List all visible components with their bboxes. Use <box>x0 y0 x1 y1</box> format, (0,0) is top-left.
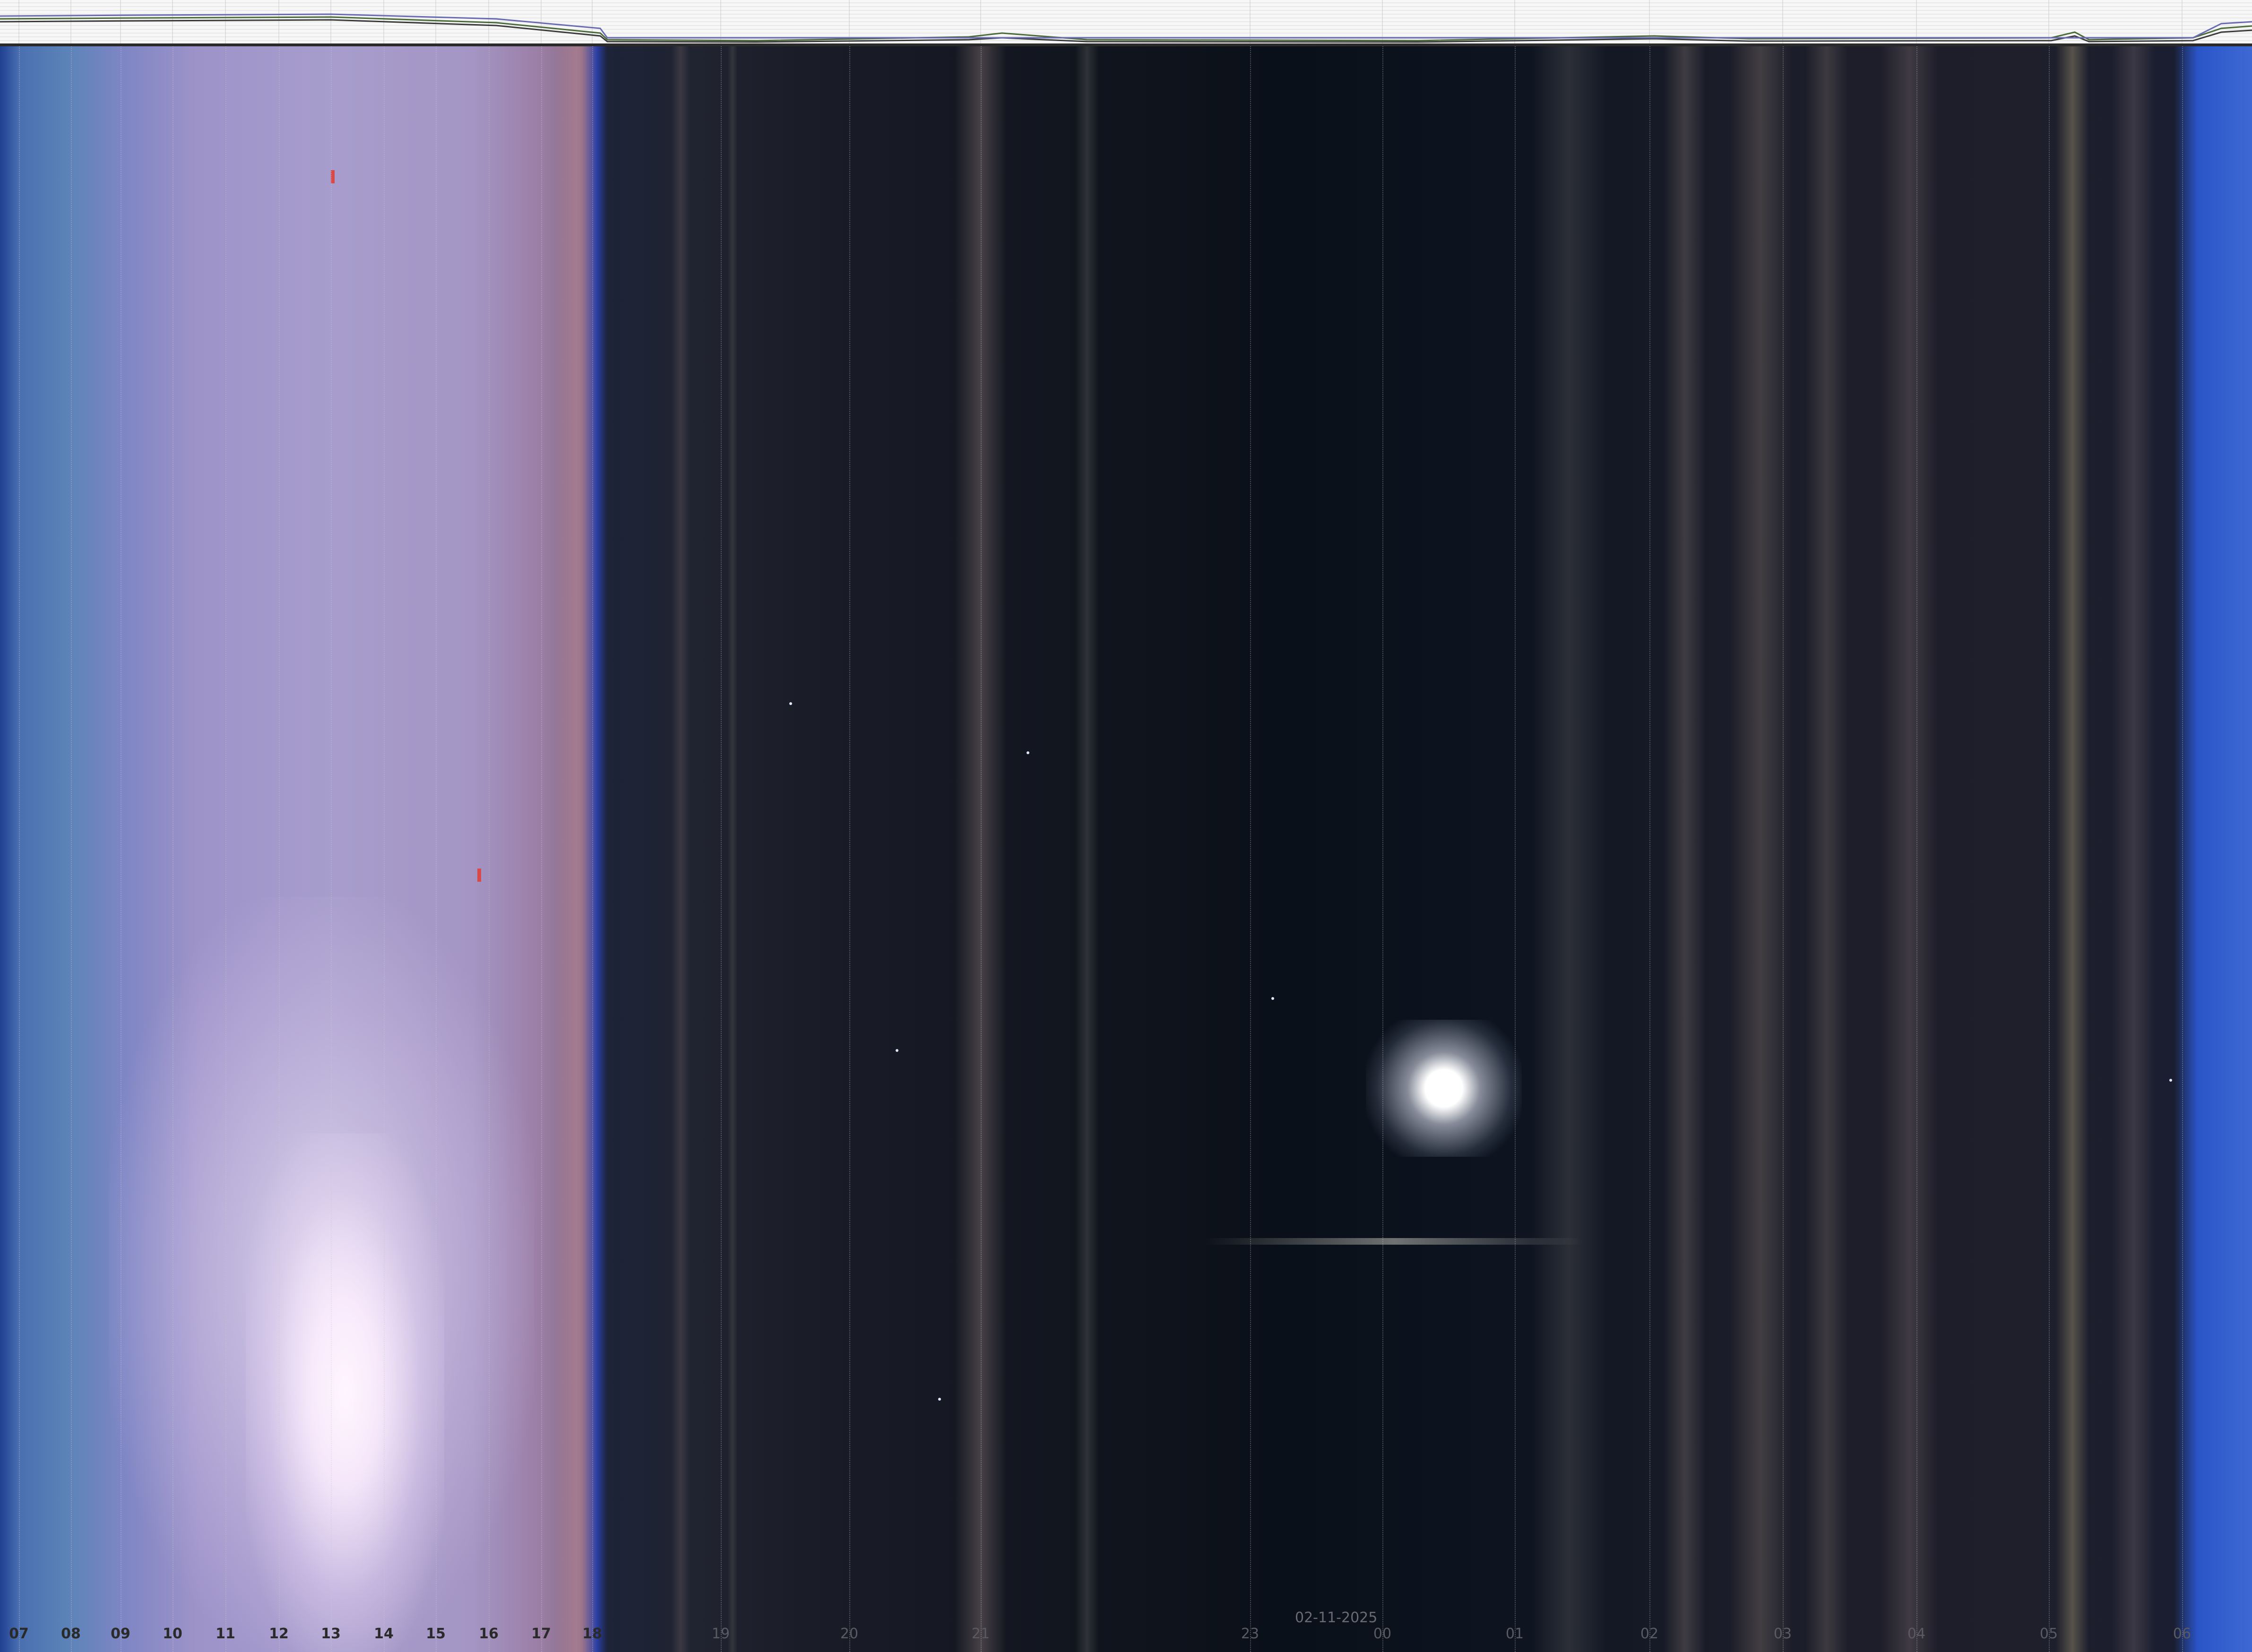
star-point <box>938 1398 941 1401</box>
light-streak <box>728 46 737 1652</box>
light-streak <box>1664 46 1706 1652</box>
star-point <box>1027 751 1029 754</box>
hour-tick-label: 10 <box>163 1626 182 1642</box>
hour-gridline <box>1783 46 1784 1652</box>
hour-tick-label: 12 <box>269 1626 289 1642</box>
hour-tick-label: 20 <box>840 1626 859 1642</box>
sensor-chart <box>0 0 2252 43</box>
hour-tick-label: 08 <box>61 1626 81 1642</box>
light-streak <box>671 46 690 1652</box>
hour-gridline <box>981 46 982 1652</box>
hour-gridline <box>2182 46 2183 1652</box>
hour-gridline <box>1250 46 1251 1652</box>
hour-gridline <box>71 46 72 1652</box>
star-point <box>2169 1079 2172 1082</box>
star-point <box>896 1049 898 1052</box>
light-streak <box>1730 46 1791 1652</box>
hour-tick-label: 05 <box>2039 1626 2058 1642</box>
hour-tick-label: 13 <box>321 1626 341 1642</box>
hour-tick-label: 07 <box>9 1626 29 1642</box>
hour-tick-label: 01 <box>1505 1626 1524 1642</box>
hour-tick-label: 19 <box>711 1626 730 1642</box>
hour-tick-label: 00 <box>1373 1626 1392 1642</box>
red-artifact <box>477 869 481 882</box>
star-point <box>1271 997 1274 1000</box>
hour-tick-label: 09 <box>111 1626 130 1642</box>
light-streak <box>1881 46 1938 1652</box>
hour-tick-label: 02 <box>1640 1626 1659 1642</box>
hour-gridline <box>279 46 280 1652</box>
hour-gridline <box>1916 46 1917 1652</box>
hour-gridline <box>541 46 542 1652</box>
hour-tick-label: 04 <box>1907 1626 1926 1642</box>
light-streak <box>555 46 598 1652</box>
light-streak <box>2113 46 2155 1652</box>
hour-gridline <box>436 46 437 1652</box>
sun-glare <box>246 1133 444 1652</box>
hour-tick-label: 18 <box>582 1626 602 1642</box>
hour-gridline <box>384 46 385 1652</box>
hour-gridline <box>331 46 332 1652</box>
hour-gridline <box>1649 46 1650 1652</box>
hour-gridline <box>2049 46 2050 1652</box>
hour-tick-label: 11 <box>216 1626 235 1642</box>
hour-gridline <box>1382 46 1383 1652</box>
hour-tick-label: 23 <box>1241 1626 1260 1642</box>
hour-tick-label: 03 <box>1773 1626 1792 1642</box>
hour-gridline <box>1515 46 1516 1652</box>
keogram-image <box>0 46 2252 1652</box>
hour-gridline <box>592 46 593 1652</box>
sensor-chart-strip <box>0 0 2252 46</box>
hour-tick-label: 06 <box>2173 1626 2192 1642</box>
light-streak <box>1805 46 1848 1652</box>
hour-tick-label: 15 <box>426 1626 446 1642</box>
light-streak <box>1075 46 1099 1652</box>
hour-tick-label: 17 <box>531 1626 551 1642</box>
moon-flare <box>1205 1238 1583 1245</box>
light-streak <box>1531 46 1607 1652</box>
hour-tick-label: 16 <box>479 1626 499 1642</box>
date-label: 02-11-2025 <box>1295 1609 1378 1626</box>
hour-tick-label: 14 <box>374 1626 394 1642</box>
hour-tick-label: 21 <box>971 1626 990 1642</box>
light-streak <box>2056 46 2089 1652</box>
hour-gridline <box>849 46 850 1652</box>
hour-gridline <box>225 46 226 1652</box>
hour-gridline <box>721 46 722 1652</box>
star-point <box>789 702 792 705</box>
hour-gridline <box>489 46 490 1652</box>
moon <box>1366 1020 1522 1157</box>
hour-gridline <box>19 46 20 1652</box>
keogram-view: 07 08 09 10 11 12 13 14 15 16 17 18 19 20 21 23 00 01 02 03… <box>0 0 2252 1652</box>
